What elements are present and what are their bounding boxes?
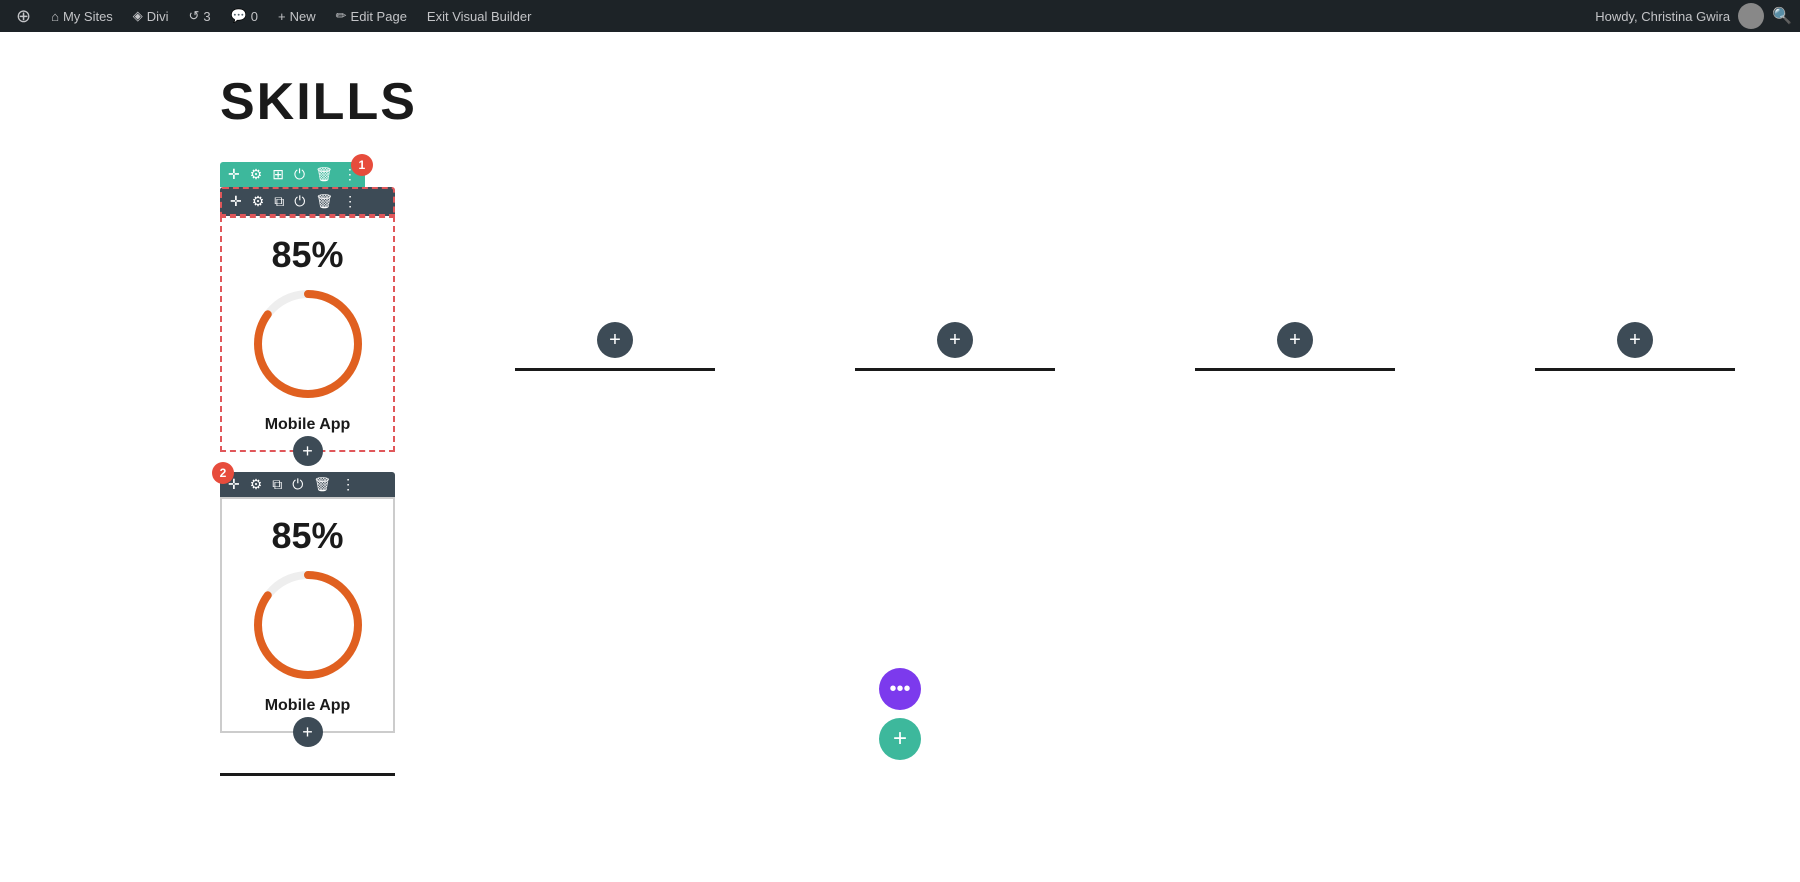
page-title: SKILLS [220,72,1580,132]
row-delete-icon[interactable]: 🗑 [315,166,333,183]
admin-bar-right: Howdy, Christina Gwira 🔍 [1595,3,1792,29]
skill-card-2-percent: 85% [238,515,377,557]
exit-builder-label: Exit Visual Builder [427,9,532,24]
col2-delete-icon[interactable]: 🗑 [313,476,331,493]
card2-badge: 2 [212,462,234,484]
col2-visibility-icon[interactable]: ⏻ [292,476,303,493]
column-placeholders: + + + + [475,322,1775,371]
new-icon: + [278,9,286,24]
float-add-icon: + [893,725,907,753]
col-toolbar-2: ✛ ⚙ ⧉ ⏻ 🗑 ⋮ [220,472,395,497]
bottom-divider [220,773,395,776]
admin-bar: ⊕ ⌂ My Sites ◈ Divi ↺ 3 💬 0 + New ✏ Edit… [0,0,1800,32]
skill-card-1: 85% Mobile App + [220,216,395,452]
skill-card-1-add[interactable]: + [293,436,323,466]
skill-card-2-add[interactable]: + [293,717,323,747]
col-4-line [1535,368,1735,371]
row-toolbar: ✛ ⚙ ⊞ ⏻ 🗑 ⋮ 1 [220,162,365,187]
divi-menu[interactable]: ◈ Divi [125,0,177,32]
col-toolbar-1: ✛ ⚙ ⧉ ⏻ 🗑 ⋮ [220,187,395,216]
add-col-2-button[interactable]: + [937,322,973,358]
float-more-dots: ••• [889,678,910,701]
col-placeholder-3: + [1155,322,1435,371]
exit-builder-menu[interactable]: Exit Visual Builder [419,0,540,32]
comments-icon: 💬 [231,8,247,24]
row-visibility-icon[interactable]: ⏻ [294,166,305,183]
skill-card-2-chart [248,565,368,685]
col1-move-icon[interactable]: ✛ [230,193,242,210]
divi-label: Divi [147,9,169,24]
add-col-4-button[interactable]: + [1617,322,1653,358]
divi-icon: ◈ [133,8,143,24]
skill-card-1-chart [248,284,368,404]
float-more-button[interactable]: ••• [879,668,921,710]
skill-card-2-label: Mobile App [238,697,377,715]
col2-settings-icon[interactable]: ⚙ [250,476,263,493]
user-avatar[interactable] [1738,3,1764,29]
updates-menu[interactable]: ↺ 3 [180,0,218,32]
card2-wrapper: 2 ✛ ⚙ ⧉ ⏻ 🗑 ⋮ 85% [220,472,395,733]
search-icon[interactable]: 🔍 [1772,6,1792,26]
row-move-icon[interactable]: ✛ [228,166,240,183]
updates-icon: ↺ [188,8,199,24]
comments-count: 0 [251,9,258,24]
howdy-label: Howdy, Christina Gwira [1595,9,1730,24]
row-badge: 1 [351,154,373,176]
col1-duplicate-icon[interactable]: ⧉ [274,193,284,210]
add-col-1-button[interactable]: + [597,322,633,358]
col1-settings-icon[interactable]: ⚙ [252,193,265,210]
updates-count: 3 [203,9,210,24]
wp-logo[interactable]: ⊕ [8,0,39,32]
edit-page-label: Edit Page [351,9,407,24]
skill-card-1-percent: 85% [238,234,377,276]
comments-menu[interactable]: 💬 0 [223,0,266,32]
col-placeholder-4: + [1495,322,1775,371]
new-label: New [290,9,316,24]
col1-more-icon[interactable]: ⋮ [343,193,357,210]
col2-duplicate-icon[interactable]: ⧉ [272,476,282,493]
col1-delete-icon[interactable]: 🗑 [315,193,333,210]
col-placeholder-1: + [475,322,755,371]
skill-card-1-label: Mobile App [238,416,377,434]
skills-column: ✛ ⚙ ⊞ ⏻ 🗑 ⋮ 1 ✛ ⚙ ⧉ ⏻ 🗑 ⋮ [220,162,395,776]
col2-more-icon[interactable]: ⋮ [341,476,355,493]
edit-page-menu[interactable]: ✏ Edit Page [328,0,415,32]
card1-wrapper: ✛ ⚙ ⧉ ⏻ 🗑 ⋮ 85% Mobile A [220,187,395,452]
new-menu[interactable]: + New [270,0,324,32]
col-1-line [515,368,715,371]
float-add-button[interactable]: + [879,718,921,760]
col-2-line [855,368,1055,371]
my-sites-label: My Sites [63,9,113,24]
add-col-3-button[interactable]: + [1277,322,1313,358]
my-sites-menu[interactable]: ⌂ My Sites [43,0,121,32]
edit-icon: ✏ [336,8,347,24]
row-grid-icon[interactable]: ⊞ [272,166,284,183]
col-placeholder-2: + [815,322,1095,371]
row-settings-icon[interactable]: ⚙ [250,166,263,183]
col-3-line [1195,368,1395,371]
my-sites-icon: ⌂ [51,9,59,24]
wp-icon: ⊕ [16,6,31,27]
col1-visibility-icon[interactable]: ⏻ [294,193,305,210]
skill-card-2: 85% Mobile App + [220,497,395,733]
